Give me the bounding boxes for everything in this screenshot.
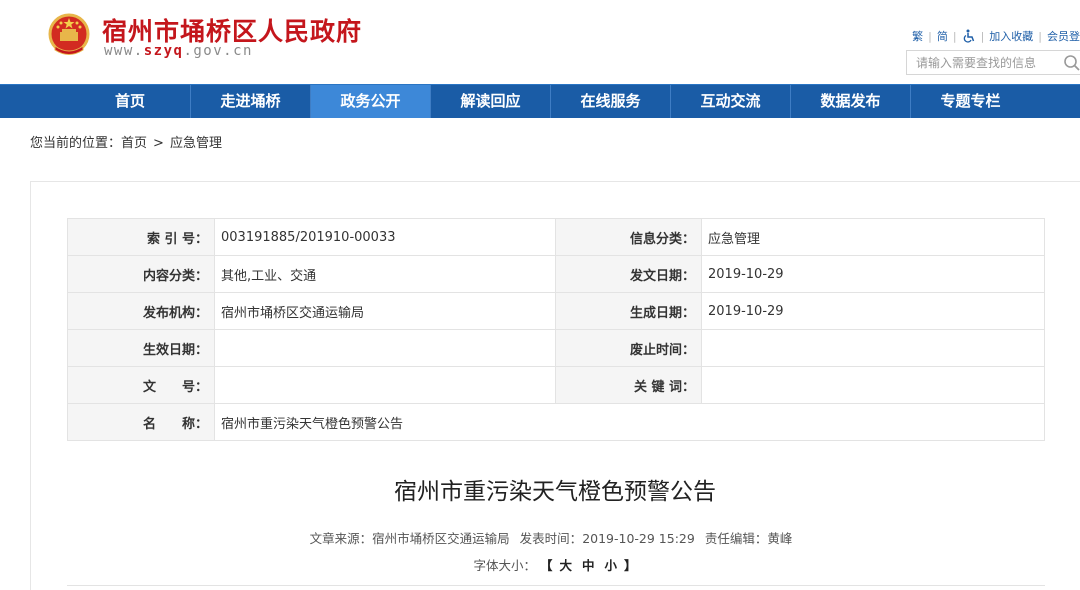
font-size-label: 字体大小： xyxy=(473,558,536,573)
breadcrumb-prefix: 您当前的位置： xyxy=(30,136,122,151)
doc-no-label: 文 号： xyxy=(67,366,215,404)
issue-date-label: 发文日期： xyxy=(555,255,702,293)
header-tools: 繁 | 简 | | 加入收藏 | 会员登 xyxy=(912,28,1080,44)
name-value: 宿州市重污染天气橙色预警公告 xyxy=(214,403,1045,441)
bookmark-link[interactable]: 加入收藏 xyxy=(989,28,1033,44)
nav-item-home[interactable]: 首页 xyxy=(70,85,190,118)
breadcrumb-home-link[interactable]: 首页 xyxy=(121,136,147,151)
table-row: 文 号： 关 键 词： xyxy=(67,366,1045,404)
simplified-chinese-link[interactable]: 简 xyxy=(937,28,948,44)
effective-date-label: 生效日期： xyxy=(67,329,215,367)
editor-label: 责任编辑： xyxy=(704,531,768,546)
nav-item-gov-affairs[interactable]: 政务公开 xyxy=(310,85,430,118)
publish-time-value: 2019-10-29 15:29 xyxy=(582,531,695,546)
source-value: 宿州市埇桥区交通运输局 xyxy=(372,531,510,546)
nav-item-data-release[interactable]: 数据发布 xyxy=(790,85,910,118)
nav-item-about[interactable]: 走进埇桥 xyxy=(190,85,310,118)
table-row: 名 称： 宿州市重污染天气橙色预警公告 xyxy=(67,403,1045,441)
tools-separator: | xyxy=(1038,29,1042,43)
site-header: 宿州市埇桥区人民政府 www.szyq.gov.cn 繁 | 简 | | 加入收… xyxy=(0,0,1080,84)
nav-items: 首页 走进埇桥 政务公开 解读回应 在线服务 互动交流 数据发布 专题专栏 xyxy=(70,85,1030,118)
doc-no-value xyxy=(214,366,556,404)
editor-value: 黄峰 xyxy=(767,531,793,546)
search-box xyxy=(906,50,1080,75)
site-url-prefix: www. xyxy=(104,43,144,59)
generated-date-value: 2019-10-29 xyxy=(701,292,1045,330)
table-row: 生效日期： 废止时间： xyxy=(67,329,1045,367)
site-url-highlight: szyq xyxy=(143,43,184,59)
source-label: 文章来源： xyxy=(309,531,373,546)
font-size-small-button[interactable]: 小 xyxy=(604,558,617,573)
name-label: 名 称： xyxy=(67,403,215,441)
info-category-label: 信息分类： xyxy=(555,218,702,256)
repeal-date-value xyxy=(701,329,1045,367)
content-divider xyxy=(67,585,1045,586)
nav-item-special-topics[interactable]: 专题专栏 xyxy=(910,85,1030,118)
search-icon[interactable] xyxy=(1063,54,1080,72)
site-url-suffix: .gov.cn xyxy=(183,43,253,59)
issue-date-value: 2019-10-29 xyxy=(701,255,1045,293)
content-category-value: 其他,工业、交通 xyxy=(214,255,556,293)
wheelchair-icon[interactable] xyxy=(962,29,976,43)
content-category-label: 内容分类： xyxy=(67,255,215,293)
nav-item-online-service[interactable]: 在线服务 xyxy=(550,85,670,118)
table-row: 发布机构： 宿州市埇桥区交通运输局 生成日期： 2019-10-29 xyxy=(67,292,1045,330)
publish-time-label: 发表时间： xyxy=(519,531,583,546)
index-no-value: 003191885/201910-00033 xyxy=(214,218,556,256)
article-title: 宿州市重污染天气橙色预警公告 xyxy=(394,479,716,505)
document-meta-table: 索 引 号： 003191885/201910-00033 信息分类： 应急管理… xyxy=(67,218,1045,441)
keywords-label: 关 键 词： xyxy=(555,366,702,404)
font-size-large-button[interactable]: 大 xyxy=(559,558,572,573)
site-url: www.szyq.gov.cn xyxy=(104,43,253,59)
main-nav: 首页 走进埇桥 政务公开 解读回应 在线服务 互动交流 数据发布 专题专栏 xyxy=(0,84,1080,118)
font-bracket-close: 】 xyxy=(623,558,637,573)
table-row: 内容分类： 其他,工业、交通 发文日期： 2019-10-29 xyxy=(67,255,1045,293)
breadcrumb-separator: > xyxy=(153,136,164,151)
breadcrumb: 您当前的位置：首页 > 应急管理 xyxy=(30,132,222,151)
nav-item-interaction[interactable]: 互动交流 xyxy=(670,85,790,118)
tools-separator: | xyxy=(980,29,985,43)
nav-item-interpretation[interactable]: 解读回应 xyxy=(430,85,550,118)
font-size-control: 字体大小： 【 大 中 小 】 xyxy=(0,555,1080,574)
info-category-value: 应急管理 xyxy=(701,218,1045,256)
article-info: 文章来源：宿州市埇桥区交通运输局 发表时间：2019-10-29 15:29 责任编… xyxy=(0,528,1080,547)
traditional-chinese-link[interactable]: 繁 xyxy=(912,28,923,44)
member-login-link[interactable]: 会员登 xyxy=(1047,28,1080,44)
tools-separator: | xyxy=(928,29,932,43)
publisher-label: 发布机构： xyxy=(67,292,215,330)
national-emblem-icon xyxy=(48,13,90,55)
publisher-value: 宿州市埇桥区交通运输局 xyxy=(214,292,556,330)
font-bracket-open: 【 xyxy=(539,558,553,573)
generated-date-label: 生成日期： xyxy=(555,292,702,330)
repeal-date-label: 废止时间： xyxy=(555,329,702,367)
table-row: 索 引 号： 003191885/201910-00033 信息分类： 应急管理 xyxy=(67,218,1045,256)
search-input[interactable] xyxy=(907,51,1057,74)
keywords-value xyxy=(701,366,1045,404)
index-no-label: 索 引 号： xyxy=(67,218,215,256)
effective-date-value xyxy=(214,329,556,367)
font-size-medium-button[interactable]: 中 xyxy=(582,558,595,573)
tools-separator: | xyxy=(952,29,957,43)
breadcrumb-current-link[interactable]: 应急管理 xyxy=(170,136,222,151)
